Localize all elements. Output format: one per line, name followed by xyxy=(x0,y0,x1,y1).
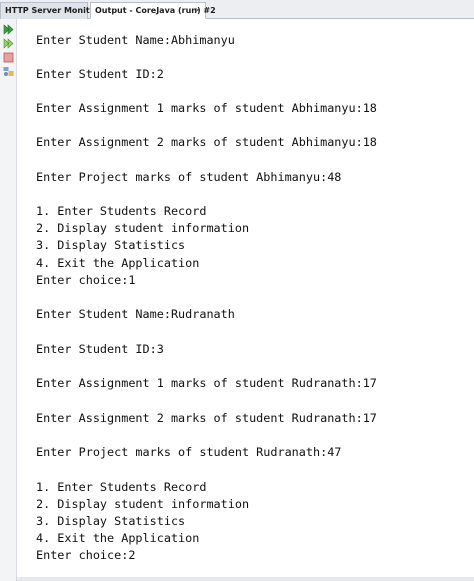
console-line: 4. Exit the Application xyxy=(36,531,200,545)
console-line: Enter Project marks of student Rudranath… xyxy=(36,445,342,459)
console-line: Enter Student Name:Abhimanyu xyxy=(36,33,235,47)
output-tab-bar: HTTP Server Monitor Output - CoreJava (r… xyxy=(0,0,474,19)
console-line: Enter Student ID:2 xyxy=(36,67,164,81)
stop-icon[interactable] xyxy=(3,52,14,63)
tab-output-corejava[interactable]: Output - CoreJava (run) #2 ✕ xyxy=(90,2,216,19)
console-line: 2. Display student information xyxy=(36,497,250,511)
console-line: Enter Assignment 1 marks of student Abhi… xyxy=(36,101,377,115)
console-line: Enter choice:1 xyxy=(36,273,136,287)
console-line: Enter Assignment 2 marks of student Abhi… xyxy=(36,135,377,149)
console-line: 1. Enter Students Record xyxy=(36,480,207,494)
console-line: 1. Enter Students Record xyxy=(36,204,207,218)
console-line: Enter Assignment 2 marks of student Rudr… xyxy=(36,411,377,425)
console-line: 3. Display Statistics xyxy=(36,514,186,528)
horizontal-scrollbar[interactable] xyxy=(17,577,474,581)
rerun-icon[interactable] xyxy=(3,24,14,35)
output-toolbar xyxy=(0,19,17,581)
settings-icon[interactable] xyxy=(3,66,14,77)
console-line: 2. Display student information xyxy=(36,221,250,235)
console-line: Enter Student ID:3 xyxy=(36,342,164,356)
close-tab-icon[interactable]: ✕ xyxy=(194,3,201,19)
console-line: Enter Assignment 1 marks of student Rudr… xyxy=(36,376,377,390)
console-line: Enter choice:2 xyxy=(36,548,136,562)
console-line: Enter Student Name:Rudranath xyxy=(36,307,235,321)
tab-http-server-monitor[interactable]: HTTP Server Monitor xyxy=(0,2,99,19)
console-line: 3. Display Statistics xyxy=(36,238,186,252)
tab-label: HTTP Server Monitor xyxy=(5,6,100,15)
console-output[interactable]: Enter Student Name:Abhimanyu Enter Stude… xyxy=(17,19,474,581)
rerun-with-options-icon[interactable] xyxy=(3,38,14,49)
console-line: Enter Project marks of student Abhimanyu… xyxy=(36,170,342,184)
console-line: 4. Exit the Application xyxy=(36,256,200,270)
